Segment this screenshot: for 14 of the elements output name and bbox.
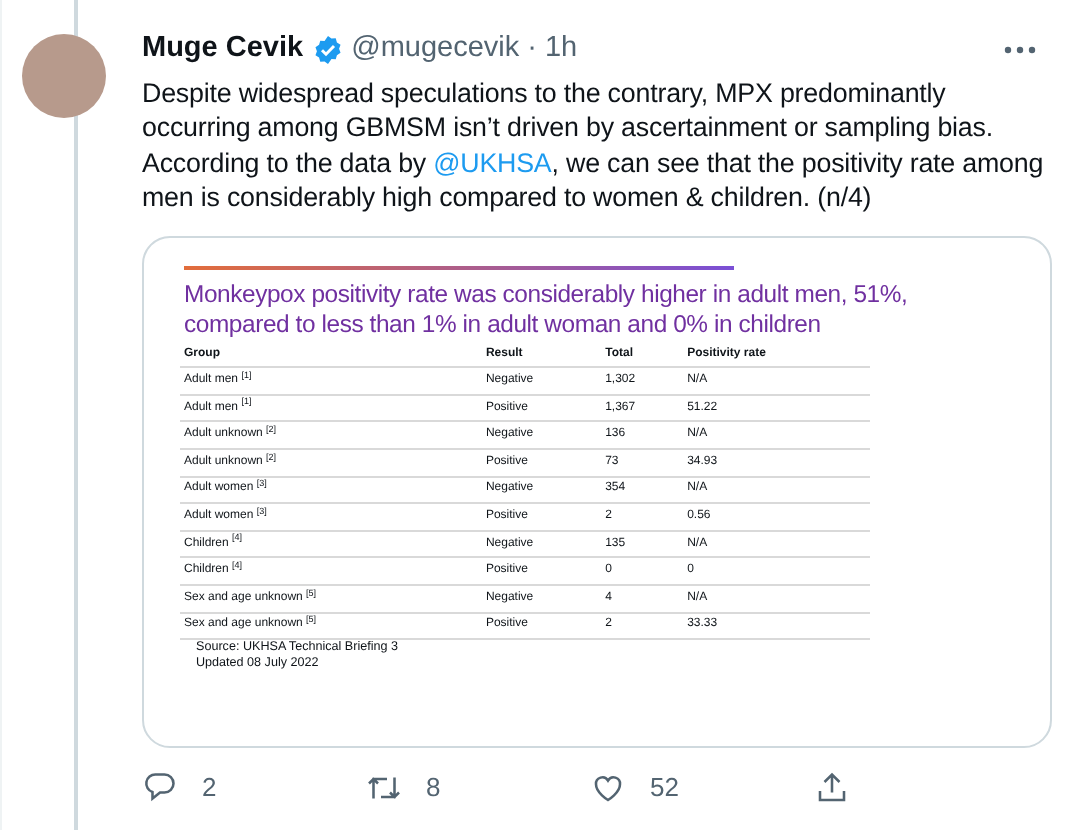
reply-button[interactable]: 2 xyxy=(142,767,217,807)
more-icon[interactable] xyxy=(1004,45,1036,54)
retweet-button[interactable]: 8 xyxy=(366,767,441,807)
like-button[interactable]: 52 xyxy=(590,767,679,807)
slide-image[interactable] xyxy=(142,235,1052,748)
slide-title: Monkeypox positivity rate was considerably higher in adult men, 51%, compared to less than 1% in adult woman and 0% in children xyxy=(184,279,910,340)
author-handle[interactable]: @mugecevik xyxy=(351,28,520,72)
tweet-time[interactable]: · 1h xyxy=(527,28,578,72)
reply-icon xyxy=(142,769,178,805)
author-name[interactable]: Muge Cevik xyxy=(142,28,304,72)
share-button[interactable] xyxy=(814,769,850,805)
avatar-placeholder[interactable] xyxy=(22,34,106,118)
share-icon xyxy=(814,769,850,805)
tweet-text: Despite widespread speculations to the contrary, MPX predominantly occurring among GBMSM isn’t driven by ascertainment or sampling bias. According to the data by @UKHSA, we can see that the positivity rate among men is considerably high compared to women & children. (n/4) xyxy=(142,75,1046,216)
